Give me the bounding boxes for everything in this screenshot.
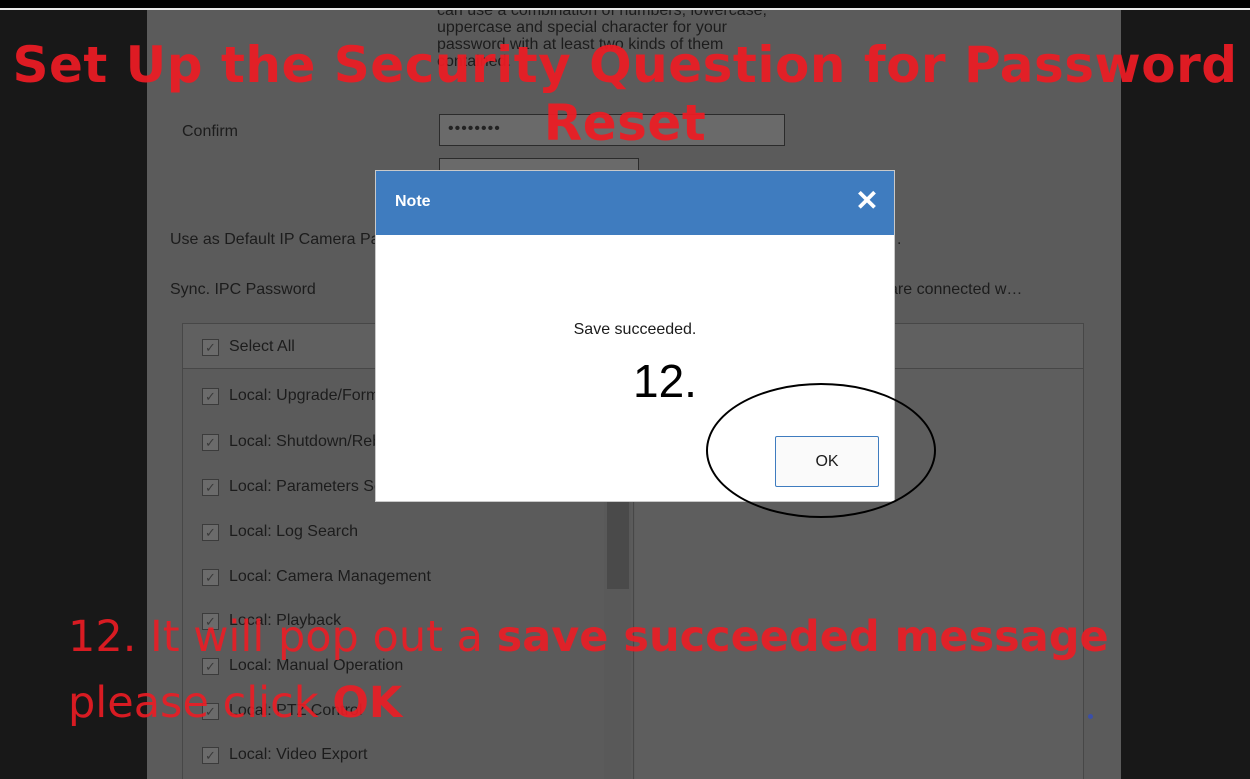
tutorial-title: Set Up the Security Question for Passwor… [12, 36, 1238, 152]
highlight-circle [706, 383, 936, 518]
caption-line-2-emphasis: OK [332, 678, 403, 728]
sync-ipc-description-tail: are connected w… [889, 281, 1023, 298]
checkbox-checked-icon[interactable]: ✓ [202, 523, 219, 541]
permission-item-label: Local: Upgrade/Format [229, 387, 393, 404]
dialog-title: Note [395, 193, 431, 210]
checkbox-checked-icon[interactable]: ✓ [202, 433, 219, 451]
permission-item-label: Local: Camera Management [229, 568, 431, 585]
caption-line-2-text: please click [68, 678, 333, 728]
tutorial-caption-line-1: 12. It will pop out a save succeeded mes… [68, 612, 1109, 662]
permission-item[interactable]: ✓ Local: Video Export [202, 743, 367, 767]
dialog-message: Save succeeded. [573, 321, 697, 338]
caption-line-1-emphasis: save succeeded message [496, 612, 1109, 662]
scrollbar-thumb[interactable] [607, 489, 629, 589]
default-ip-camera-label-tail: . [897, 231, 902, 248]
permission-item[interactable]: ✓ Local: Camera Management [202, 565, 431, 589]
checkbox-checked-icon[interactable]: ✓ [202, 746, 219, 764]
dialog-header: Note ✕ [376, 171, 894, 235]
caption-line-1-text: 12. It will pop out a [68, 612, 497, 662]
permission-item[interactable]: ✓ Local: Upgrade/Format [202, 384, 393, 408]
permission-item[interactable]: ✓ Local: Log Search [202, 520, 358, 544]
close-icon[interactable]: ✕ [852, 186, 882, 216]
permission-item[interactable]: ✓ Local: Shutdown/Reboot [202, 430, 403, 454]
checkbox-checked-icon[interactable]: ✓ [202, 338, 219, 356]
select-all-label: Select All [229, 338, 295, 355]
checkbox-checked-icon[interactable]: ✓ [202, 478, 219, 496]
select-all-row[interactable]: ✓ Select All [202, 335, 295, 359]
checkbox-checked-icon[interactable]: ✓ [202, 387, 219, 405]
sync-ipc-password-label: Sync. IPC Password [170, 281, 316, 298]
permission-item-label: Local: Log Search [229, 523, 358, 540]
permission-item-label: Local: Video Export [229, 746, 368, 763]
checkbox-checked-icon[interactable]: ✓ [202, 568, 219, 586]
top-bar [0, 0, 1250, 8]
tutorial-caption-line-2: please click OK [68, 678, 402, 728]
step-number-marker: 12. [633, 355, 697, 407]
indicator-dot [1088, 714, 1093, 719]
